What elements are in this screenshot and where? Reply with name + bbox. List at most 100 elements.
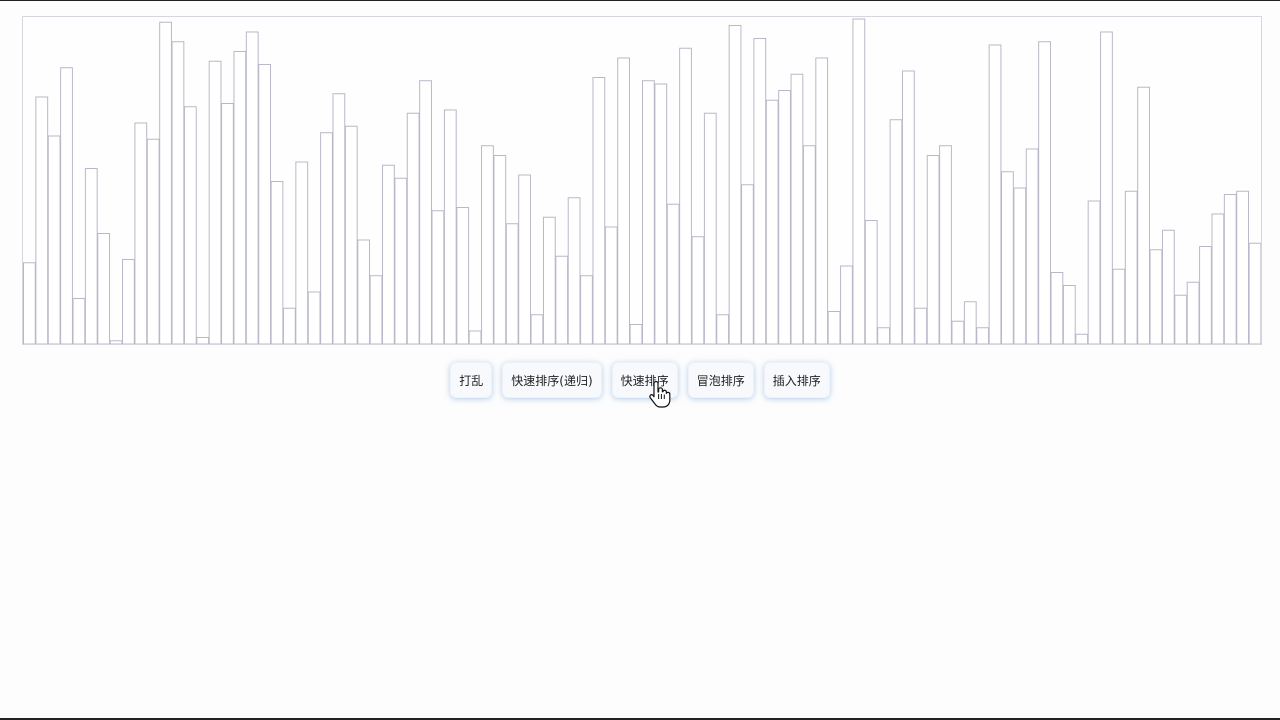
shuffle-button[interactable]: 打乱 [450, 362, 493, 398]
bar [406, 112, 420, 344]
bar [567, 197, 581, 344]
sort-visualization [22, 16, 1262, 345]
bar [1050, 272, 1064, 344]
bar [1149, 249, 1163, 344]
bar [332, 93, 346, 344]
bar [419, 80, 432, 344]
bar [815, 57, 829, 344]
bar [604, 226, 618, 344]
bar [666, 203, 680, 344]
bar [159, 21, 172, 344]
bar [827, 311, 841, 344]
bar [258, 63, 271, 344]
bar [72, 298, 86, 344]
bar [369, 275, 383, 344]
bar [1087, 200, 1101, 344]
bar [1211, 213, 1225, 344]
bar [703, 112, 717, 344]
bar [778, 89, 791, 344]
bar [134, 122, 148, 344]
bar [914, 307, 928, 344]
bar [592, 76, 606, 344]
bar [629, 324, 643, 344]
bar [963, 301, 977, 344]
bar [122, 258, 135, 344]
bar [1075, 333, 1089, 344]
bar [394, 177, 408, 344]
bar [233, 50, 247, 344]
bar [864, 219, 878, 344]
bar [443, 109, 457, 344]
bar [580, 275, 593, 344]
bar [753, 37, 767, 344]
bar [468, 330, 482, 344]
bar [679, 47, 692, 344]
bar [382, 164, 395, 344]
bar [1013, 187, 1027, 344]
bar [1161, 229, 1175, 344]
bar [109, 340, 123, 344]
bar [654, 83, 668, 344]
bar [456, 206, 470, 344]
bar [988, 44, 1002, 344]
bar [481, 145, 494, 344]
toolbar: 打乱 快速排序(递归) 快速排序 冒泡排序 插入排序 [0, 362, 1280, 398]
bars-svg [23, 18, 1261, 344]
bar [208, 60, 222, 344]
bar [84, 167, 98, 344]
bar [183, 106, 197, 344]
bar [716, 314, 730, 344]
bar [642, 80, 655, 344]
bar [23, 262, 36, 344]
bar [1112, 268, 1126, 344]
bar [1038, 41, 1051, 344]
bar [926, 154, 940, 344]
bar [555, 255, 569, 344]
bar [889, 119, 903, 344]
bar [1174, 294, 1188, 344]
bar [691, 236, 705, 344]
bar [1124, 190, 1138, 344]
top-border [0, 0, 1280, 1]
bar [1186, 281, 1200, 344]
bar [790, 73, 804, 344]
bar [877, 327, 890, 344]
bar [617, 57, 631, 344]
bar [542, 216, 556, 344]
bar [1062, 285, 1076, 344]
bar [320, 132, 333, 344]
bar [1236, 190, 1250, 344]
bar [802, 145, 816, 344]
bar [976, 327, 990, 344]
bar [35, 96, 49, 344]
bar [1137, 86, 1150, 344]
bar [840, 265, 853, 344]
bar [295, 161, 309, 344]
bar [97, 232, 111, 344]
bar [1001, 171, 1014, 344]
bar [1223, 193, 1237, 344]
bar [146, 138, 160, 344]
bar [728, 24, 742, 344]
bar [1248, 242, 1261, 344]
bar [530, 314, 544, 344]
bar [431, 210, 445, 344]
bar [939, 145, 952, 344]
quicksort-recursive-button[interactable]: 快速排序(递归) [502, 362, 602, 398]
bar [344, 125, 358, 344]
quicksort-button[interactable]: 快速排序 [611, 362, 678, 398]
bar [196, 337, 210, 344]
bar [171, 41, 185, 344]
bar [282, 307, 296, 344]
bar [221, 102, 234, 344]
bubble-sort-button[interactable]: 冒泡排序 [687, 362, 754, 398]
bar [493, 154, 507, 344]
bar [1100, 31, 1113, 344]
insertion-sort-button[interactable]: 插入排序 [763, 362, 830, 398]
bar [270, 180, 284, 344]
bar [307, 291, 321, 344]
bar [47, 135, 61, 344]
bar [357, 239, 371, 344]
bar [951, 320, 965, 344]
bar [505, 223, 519, 344]
